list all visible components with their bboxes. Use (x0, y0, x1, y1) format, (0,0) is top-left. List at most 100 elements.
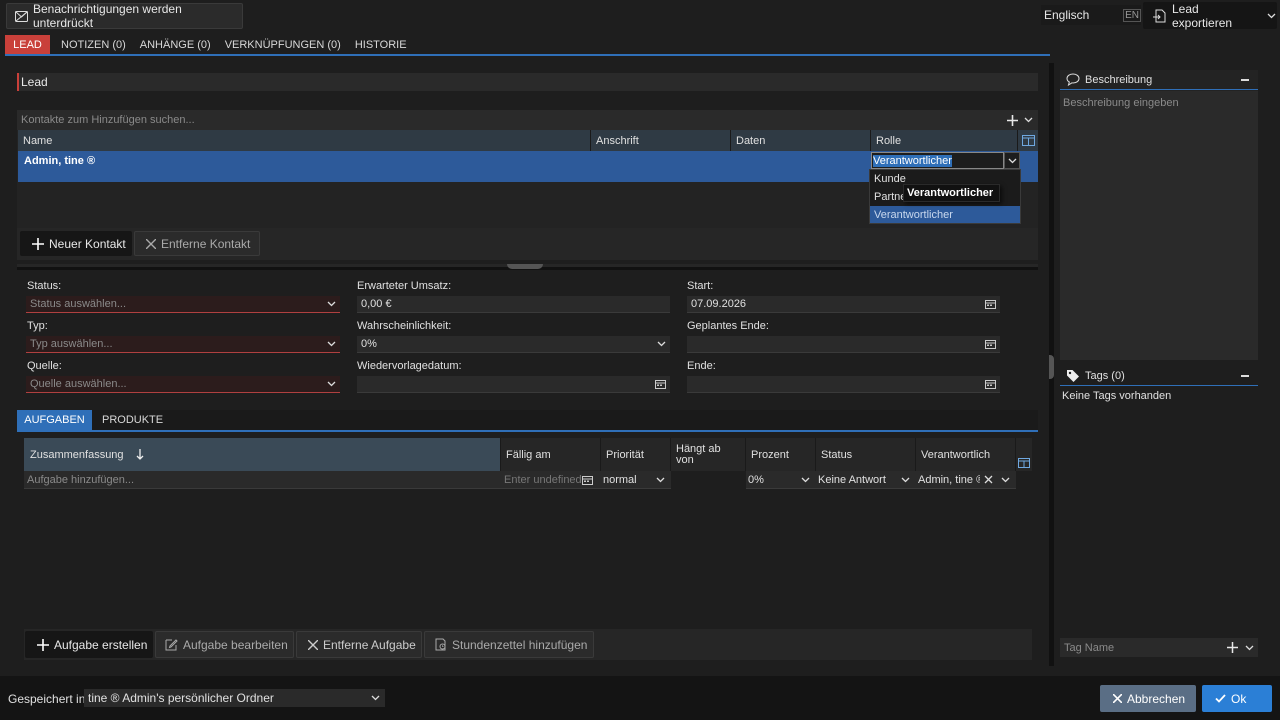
language-code-badge: EN (1123, 8, 1141, 22)
column-header-status[interactable]: Status (816, 438, 916, 471)
calendar-icon (655, 380, 666, 389)
column-header-name[interactable]: Name (18, 130, 591, 151)
status-select[interactable]: Status auswählen... (26, 296, 340, 313)
tab-attachments[interactable]: Anhänge (0) (134, 35, 217, 54)
start-label: Start: (687, 280, 714, 292)
splitter-handle-icon[interactable] (1049, 355, 1054, 379)
contact-search-input[interactable]: Kontakte zum Hinzufügen suchen... (17, 110, 1038, 130)
tag-name-input[interactable]: Tag Name (1060, 638, 1258, 657)
comment-icon (1066, 73, 1080, 86)
add-tag-icon[interactable] (1227, 642, 1238, 653)
chevron-down-icon (801, 477, 810, 482)
calendar-icon (985, 340, 996, 349)
folder-select[interactable]: tine ® Admin's persönlicher Ordner (84, 689, 385, 707)
no-tags-text: Keine Tags vorhanden (1062, 390, 1172, 402)
sidebar-splitter[interactable] (1049, 63, 1054, 666)
resubmission-date-input[interactable] (357, 376, 670, 393)
lead-export-button[interactable]: Lead exportieren (1143, 2, 1277, 30)
language-select[interactable]: Englisch EN (1041, 5, 1141, 25)
chevron-down-icon (327, 301, 336, 307)
lead-title-field[interactable]: Lead (17, 73, 1038, 91)
calendar-icon (582, 475, 593, 485)
language-value: Englisch (1044, 8, 1090, 22)
task-responsible-select[interactable]: Admin, tine ® (916, 474, 1016, 486)
add-timesheet-button[interactable]: Stundenzettel hinzufügen (424, 631, 594, 658)
remove-task-button[interactable]: Entferne Aufgabe (296, 631, 422, 658)
column-chooser-icon[interactable] (1018, 130, 1038, 151)
chevron-down-icon (1008, 158, 1016, 163)
column-header-address[interactable]: Anschrift (591, 130, 731, 151)
task-priority-select[interactable]: normal (601, 474, 671, 486)
close-icon (146, 238, 156, 249)
collapse-icon[interactable] (1241, 78, 1249, 81)
tasks-panel: Zusammenfassung Fällig am Priorität Häng… (24, 438, 1032, 660)
column-header-role[interactable]: Rolle (871, 130, 1018, 151)
chevron-down-icon[interactable] (1024, 117, 1033, 123)
type-label: Typ: (27, 320, 48, 332)
column-header-due[interactable]: Fällig am (501, 438, 601, 471)
chevron-down-icon (656, 477, 665, 482)
tab-relations[interactable]: Verknüpfungen (0) (219, 35, 347, 54)
tab-notes[interactable]: Notizen (0) (55, 35, 132, 54)
new-contact-button[interactable]: Neuer Kontakt (20, 231, 132, 256)
calendar-icon (985, 300, 996, 309)
task-status-select[interactable]: Keine Antwort (816, 474, 916, 486)
role-option-verantwortlicher[interactable]: Verantwortlicher (870, 206, 1020, 223)
column-header-summary[interactable]: Zusammenfassung (24, 438, 501, 471)
role-tooltip: Verantwortlicher (903, 184, 1000, 202)
role-dropdown-trigger[interactable] (1004, 152, 1020, 169)
tab-lead[interactable]: Lead (5, 35, 50, 54)
chevron-down-icon (657, 341, 666, 347)
ok-button[interactable]: Ok (1202, 685, 1272, 712)
task-depends-cell[interactable] (671, 470, 746, 489)
remove-contact-button[interactable]: Entferne Kontakt (134, 231, 260, 256)
source-label: Quelle: (27, 360, 62, 372)
chevron-down-icon (371, 695, 380, 701)
column-header-priority[interactable]: Priorität (601, 438, 671, 471)
cancel-button[interactable]: Abbrechen (1100, 685, 1196, 712)
planned-end-date-input[interactable] (687, 336, 1000, 353)
column-chooser-icon[interactable] (1016, 438, 1032, 471)
start-date-input[interactable]: 07.09.2026 (687, 296, 1000, 313)
turnover-label: Erwarteter Umsatz: (357, 280, 452, 292)
tab-history[interactable]: Historie (349, 35, 413, 54)
chevron-down-icon[interactable] (1245, 645, 1254, 651)
add-task-input[interactable]: Aufgabe hinzufügen... (24, 474, 501, 486)
create-task-button[interactable]: Aufgabe erstellen (25, 631, 153, 658)
chevron-down-icon (901, 477, 910, 482)
notifications-muted-icon (15, 10, 28, 22)
probability-select[interactable]: 0% (357, 336, 670, 353)
contacts-header: Name Anschrift Daten Rolle (18, 130, 1038, 151)
description-textarea[interactable]: Beschreibung eingeben (1060, 91, 1258, 360)
column-header-percent[interactable]: Prozent (746, 438, 816, 471)
chevron-down-icon (1001, 477, 1010, 482)
type-select[interactable]: Typ auswählen... (26, 336, 340, 353)
column-header-data[interactable]: Daten (731, 130, 871, 151)
source-select[interactable]: Quelle auswählen... (26, 376, 340, 393)
panel-splitter[interactable] (17, 264, 1038, 270)
export-icon (1153, 9, 1167, 23)
add-icon[interactable] (1007, 114, 1018, 126)
description-header[interactable]: Beschreibung (1060, 70, 1258, 90)
end-date-input[interactable] (687, 376, 1000, 393)
end-label: Ende: (687, 360, 716, 372)
column-header-responsible[interactable]: Verantwortlich (916, 438, 1016, 471)
task-percent-select[interactable]: 0% (746, 474, 816, 486)
notifications-button[interactable]: Benachrichtigungen werden unterdrückt (6, 2, 243, 30)
tab-tasks[interactable]: Aufgaben (17, 410, 92, 430)
role-editor-input[interactable]: Verantwortlicher (871, 152, 1004, 169)
edit-task-button[interactable]: Aufgabe bearbeiten (155, 631, 294, 658)
tags-header[interactable]: Tags (0) (1060, 366, 1258, 386)
close-icon (308, 639, 318, 650)
turnover-input[interactable]: 0,00 € (357, 296, 670, 313)
calendar-icon (985, 380, 996, 389)
collapse-icon[interactable] (1241, 374, 1249, 377)
tags-panel: Tags (0) Keine Tags vorhanden Tag Name (1060, 366, 1258, 660)
main-tabbar: Lead Notizen (0) Anhänge (0) Verknüpfung… (5, 35, 1050, 56)
chevron-down-icon (327, 341, 336, 347)
column-header-depends-on[interactable]: Hängt ab von (671, 438, 746, 471)
splitter-handle-icon[interactable] (507, 264, 543, 269)
task-due-input[interactable]: Enter undefined (501, 474, 601, 486)
contacts-toolbar: Neuer Kontakt Entferne Kontakt (17, 228, 1038, 260)
tab-products[interactable]: Produkte (96, 410, 169, 430)
